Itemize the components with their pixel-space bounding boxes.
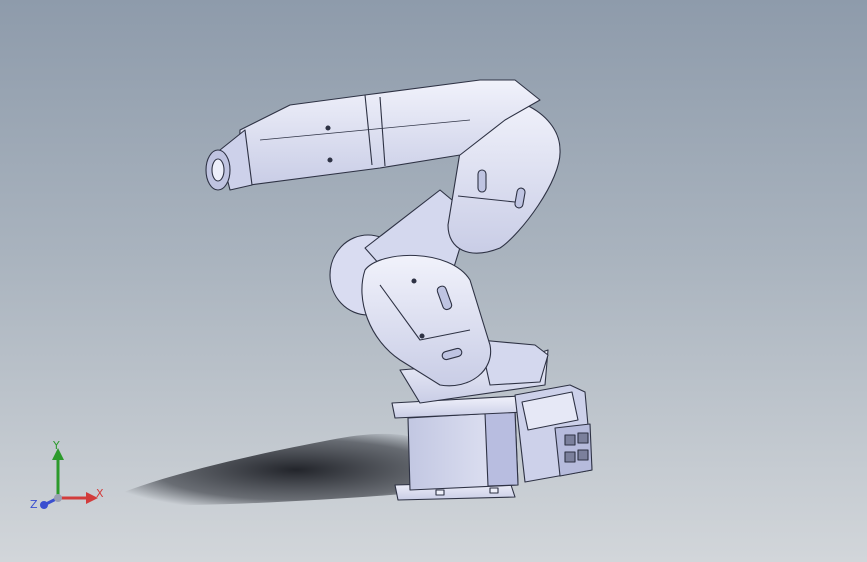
graphics-viewport[interactable]: Y X Z: [0, 0, 867, 562]
robot-arm-model[interactable]: [0, 0, 867, 562]
triad-z-label: Z: [30, 498, 38, 511]
orientation-triad[interactable]: Y X Z: [28, 440, 118, 520]
shoulder-cover: [361, 254, 492, 387]
floor-shadow: [95, 433, 430, 506]
triad-x-label: X: [96, 487, 104, 500]
triad-y-label: Y: [53, 439, 60, 452]
triad-axes: [40, 448, 98, 509]
